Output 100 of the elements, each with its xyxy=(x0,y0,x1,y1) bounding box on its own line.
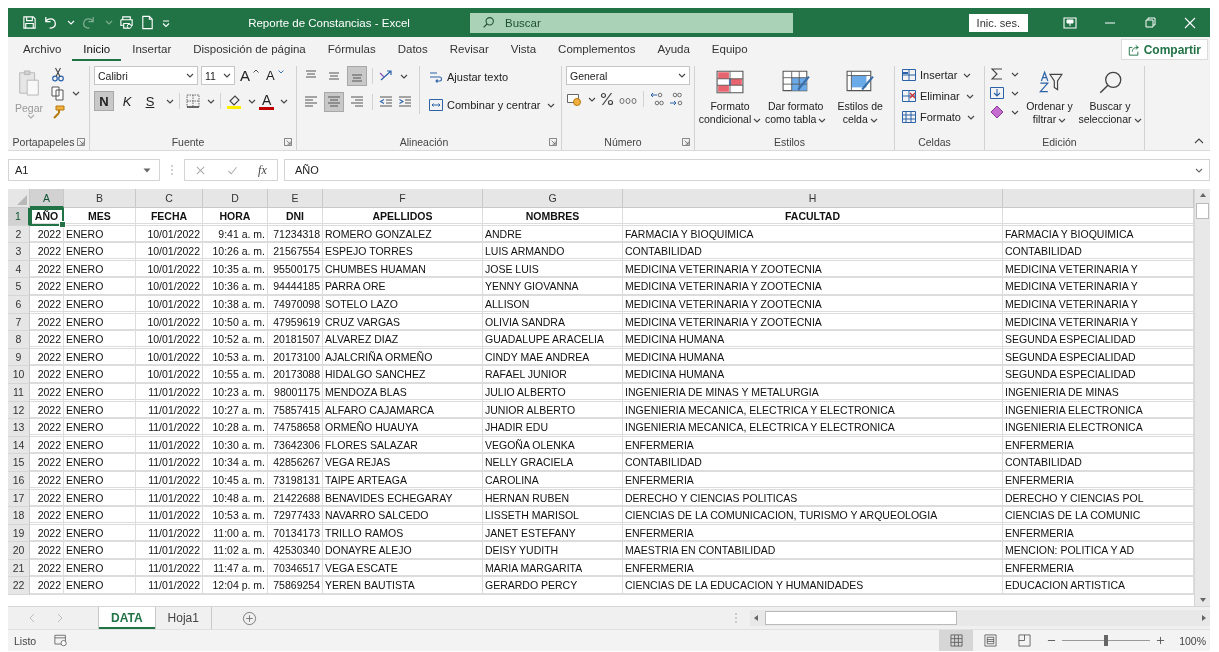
eraser-icon[interactable] xyxy=(989,104,1005,120)
ribbon-tab[interactable]: Ayuda xyxy=(646,38,701,61)
row-header[interactable]: 8 xyxy=(8,331,30,349)
collapse-ribbon-icon[interactable] xyxy=(1194,138,1204,144)
underline-button[interactable]: S xyxy=(140,91,160,111)
new-document-icon[interactable] xyxy=(140,15,155,30)
fill-icon[interactable] xyxy=(989,85,1005,101)
ribbon-tab[interactable]: Equipo xyxy=(700,38,759,61)
sign-in-button[interactable]: Inic. ses. xyxy=(968,13,1028,32)
expand-icon[interactable] xyxy=(1195,167,1203,173)
row-header[interactable]: 5 xyxy=(8,278,30,296)
styles-button[interactable]: Estilos de celda xyxy=(830,66,890,128)
dialog-launcher-icon[interactable] xyxy=(284,138,292,146)
scrollbar-thumb[interactable] xyxy=(1196,203,1209,219)
save-icon[interactable] xyxy=(22,15,37,30)
ribbon-tab[interactable]: Inicio xyxy=(72,38,122,61)
dialog-launcher-icon[interactable] xyxy=(682,138,690,146)
ribbon-tab[interactable]: Complementos xyxy=(547,38,647,61)
column-header[interactable]: E xyxy=(268,189,323,208)
ribbon-tab[interactable]: Vista xyxy=(499,38,548,61)
autosum-icon[interactable] xyxy=(989,66,1005,82)
increase-font-button[interactable]: A xyxy=(238,66,261,85)
zoom-level[interactable]: 100% xyxy=(1179,634,1206,647)
table-cell: 94444185 xyxy=(268,278,323,296)
row-header[interactable]: 15 xyxy=(8,454,30,472)
table-cell: 11:02 a. m. xyxy=(203,542,268,560)
horizontal-scrollbar[interactable] xyxy=(750,610,1210,626)
sort-filter-button[interactable]: Ordenar y filtrar xyxy=(1023,66,1076,128)
scissors-icon[interactable] xyxy=(50,66,67,82)
add-sheet-icon[interactable] xyxy=(241,610,257,626)
italic-button[interactable]: K xyxy=(117,91,137,111)
ribbon-tab[interactable]: Fórmulas xyxy=(316,38,387,61)
row-header[interactable]: 22 xyxy=(8,577,30,596)
bold-button[interactable]: N xyxy=(94,91,114,111)
increase-indent-icon[interactable] xyxy=(397,94,413,110)
copy-icon[interactable] xyxy=(50,85,67,101)
cells-button[interactable]: Insertar xyxy=(899,66,974,84)
cells-button[interactable]: Formato xyxy=(899,108,977,126)
fill-color-icon[interactable] xyxy=(226,93,242,109)
column-header[interactable]: A xyxy=(30,189,64,208)
styles-button[interactable]: Formato condicional xyxy=(699,66,761,128)
row-header[interactable]: 1 xyxy=(8,208,30,226)
table-cell: NAVARRO SALCEDO xyxy=(323,507,483,525)
row-header[interactable]: 20 xyxy=(8,542,30,560)
wrap-text-button[interactable]: Ajustar texto xyxy=(426,66,557,88)
dialog-launcher-icon[interactable] xyxy=(77,138,85,146)
increase-decimal-icon[interactable] xyxy=(649,91,665,107)
ribbon-tab[interactable]: Archivo xyxy=(12,38,73,61)
zoom-slider[interactable] xyxy=(1104,635,1109,646)
undo-icon[interactable] xyxy=(43,15,58,30)
restore-icon[interactable] xyxy=(1143,16,1157,29)
formula-field[interactable]: AÑO xyxy=(284,159,1210,181)
column-header[interactable]: F xyxy=(323,189,483,208)
column-header[interactable]: H xyxy=(623,189,1003,208)
row-header[interactable]: 18 xyxy=(8,507,30,525)
cancel-icon[interactable] xyxy=(195,164,207,176)
name-box[interactable]: A1 xyxy=(8,159,160,181)
sheet-tab[interactable]: DATA xyxy=(98,607,156,629)
table-cell: 2022 xyxy=(30,243,64,261)
customize-toolbar-icon[interactable] xyxy=(161,17,171,28)
vertical-align-icon[interactable] xyxy=(347,66,367,86)
row-header[interactable]: 10 xyxy=(8,366,30,384)
normal-view-button[interactable] xyxy=(939,630,974,651)
percent-icon[interactable] xyxy=(599,91,615,107)
ribbon-display-icon[interactable] xyxy=(1063,16,1077,29)
zoom-in-icon[interactable] xyxy=(1156,636,1166,645)
decrease-font-button[interactable]: A xyxy=(264,67,286,84)
share-button[interactable]: Compartir xyxy=(1120,39,1208,60)
borders-icon[interactable] xyxy=(185,93,201,109)
column-header[interactable]: G xyxy=(483,189,623,208)
row-header[interactable]: 13 xyxy=(8,419,30,437)
number-format-field[interactable]: General xyxy=(566,66,690,85)
column-header[interactable]: B xyxy=(64,189,136,208)
print-preview-icon[interactable] xyxy=(119,15,134,30)
macro-recording-icon[interactable] xyxy=(54,634,69,647)
insert-function-button[interactable]: fx xyxy=(258,162,267,178)
merge-center-button[interactable]: Combinar y centrar xyxy=(426,94,557,116)
ribbon-tab[interactable]: Insertar xyxy=(121,38,183,61)
ribbon-tab[interactable]: Datos xyxy=(386,38,439,61)
column-header[interactable]: D xyxy=(203,189,268,208)
horizontal-align-icon[interactable] xyxy=(324,92,344,112)
font-size-field[interactable]: 11 xyxy=(201,66,235,85)
close-icon[interactable] xyxy=(1183,16,1197,29)
accounting-format-icon[interactable] xyxy=(566,91,582,107)
ribbon-tab[interactable]: Disposición de página xyxy=(182,38,317,61)
dialog-launcher-icon[interactable] xyxy=(549,138,557,146)
check-icon[interactable] xyxy=(226,164,238,176)
cells-button[interactable]: Eliminar xyxy=(899,87,976,105)
search-field[interactable]: Buscar xyxy=(470,12,793,33)
font-color-button[interactable]: A xyxy=(259,92,275,110)
styles-button[interactable]: Dar formato como tabla xyxy=(765,66,827,128)
find-select-button[interactable]: Buscar y seleccionar xyxy=(1080,66,1140,128)
font-name-field[interactable]: Calibri xyxy=(94,66,198,85)
column-header[interactable]: C xyxy=(136,189,203,208)
decrease-indent-icon[interactable] xyxy=(378,94,394,110)
row-header[interactable]: 3 xyxy=(8,243,30,261)
decrease-decimal-icon[interactable] xyxy=(668,91,684,107)
redo-icon[interactable] xyxy=(81,15,96,30)
ribbon-tab[interactable]: Revisar xyxy=(438,38,500,61)
table-cell: ENERO xyxy=(64,471,136,490)
